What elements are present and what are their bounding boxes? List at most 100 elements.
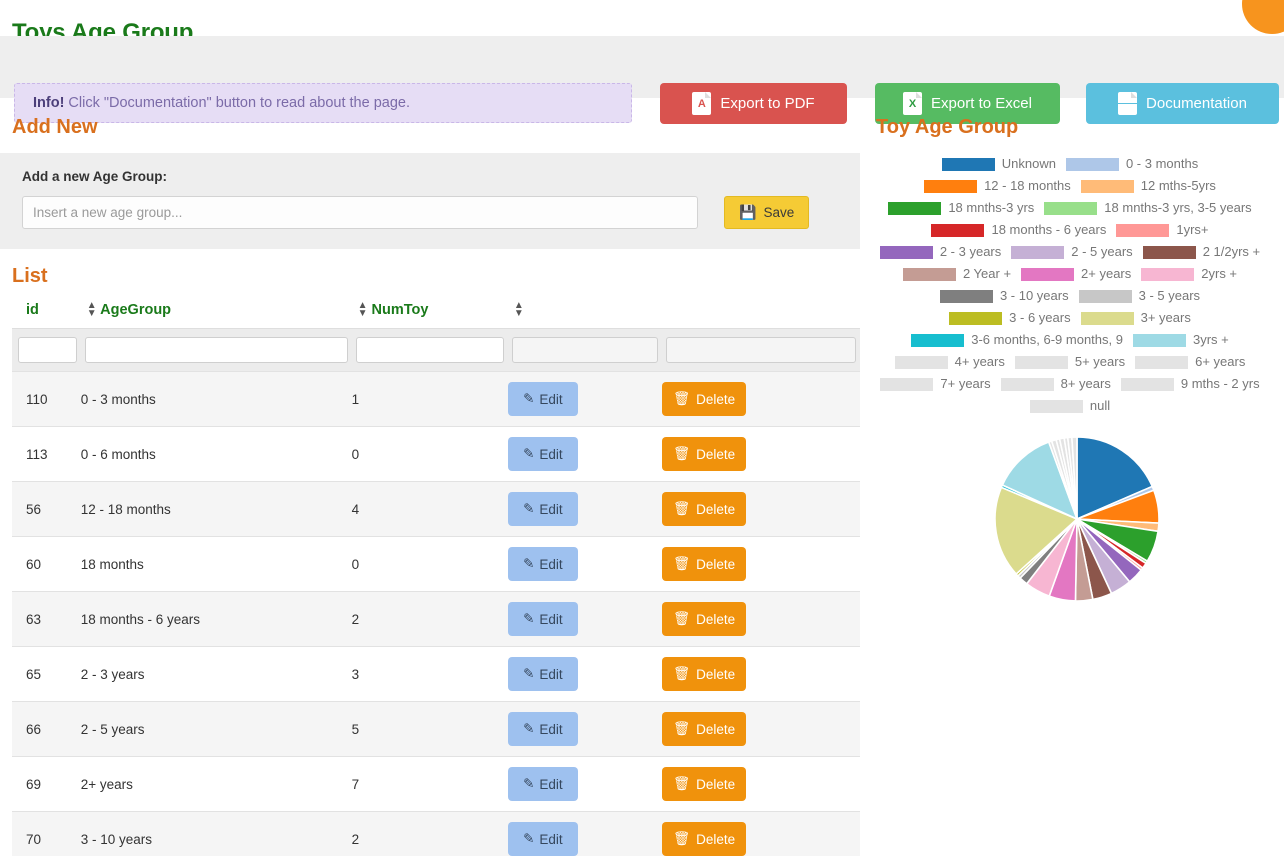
edit-button[interactable]: ✎ Edit — [507, 382, 578, 417]
table-row: 65 2 - 3 years 3 ✎ Edit 🗑 Delete — [12, 646, 860, 702]
legend-label: 18 months - 6 years — [991, 222, 1107, 237]
cell-agegroup: 2 - 5 years — [80, 701, 352, 757]
filter-cell-id — [12, 328, 81, 372]
legend-item[interactable]: 12 - 18 months — [924, 179, 1071, 193]
legend-swatch — [1116, 223, 1170, 237]
legend-item[interactable]: 7+ years — [880, 377, 991, 391]
edit-button[interactable]: ✎ Edit — [507, 492, 578, 527]
delete-button[interactable]: 🗑 Delete — [662, 437, 747, 472]
legend-swatch — [1080, 179, 1134, 193]
legend-item[interactable]: 5+ years — [1014, 355, 1125, 369]
legend-swatch — [879, 245, 933, 259]
edit-button-label: Edit — [539, 611, 563, 627]
legend-label: 12 mths-5yrs — [1140, 178, 1216, 193]
edit-button[interactable]: ✎ Edit — [507, 437, 578, 472]
legend-label: 9 mths - 2 yrs — [1180, 376, 1260, 391]
legend-swatch — [1011, 245, 1065, 259]
legend-item[interactable]: 18 mnths-3 yrs, 3-5 years — [1044, 200, 1252, 215]
legend-label: 6+ years — [1195, 354, 1246, 369]
filter-input-id[interactable] — [18, 337, 77, 364]
legend-item[interactable]: 4+ years — [894, 355, 1005, 369]
legend-item[interactable]: 6+ years — [1135, 355, 1245, 369]
legend-swatch — [941, 157, 995, 171]
edit-button[interactable]: ✎ Edit — [507, 767, 578, 802]
delete-button[interactable]: 🗑 Delete — [662, 547, 747, 582]
sort-icon-agegroup[interactable]: ▲ ▼ — [358, 301, 368, 319]
delete-button[interactable]: 🗑 Delete — [662, 767, 747, 802]
legend-item[interactable]: 3 - 6 years — [949, 311, 1071, 325]
edit-button-label: Edit — [539, 666, 563, 682]
legend-swatch — [1021, 267, 1075, 281]
delete-button[interactable]: 🗑 Delete — [662, 602, 747, 637]
cell-edit: ✎ Edit — [507, 756, 663, 812]
legend-item[interactable]: 2+ years — [1021, 267, 1131, 281]
delete-button[interactable]: 🗑 Delete — [662, 822, 747, 856]
legend-label: 1yrs+ — [1176, 222, 1209, 237]
legend-item[interactable]: 3+ years — [1080, 311, 1191, 325]
edit-button[interactable]: ✎ Edit — [507, 822, 578, 856]
edit-button[interactable]: ✎ Edit — [507, 657, 578, 692]
legend-item[interactable]: 18 months - 6 years — [931, 223, 1106, 237]
delete-button-label: Delete — [696, 831, 736, 847]
cell-edit: ✎ Edit — [507, 536, 663, 592]
legend-item[interactable]: 2 1/2yrs + — [1142, 244, 1261, 259]
trash-icon: 🗑 — [672, 611, 691, 627]
edit-button[interactable]: ✎ Edit — [507, 547, 578, 582]
legend-swatch — [924, 179, 978, 193]
edit-button-label: Edit — [539, 391, 563, 407]
legend-item[interactable]: 2 Year + — [902, 267, 1011, 281]
page-root: Toys Age Group Info! Click "Documentatio… — [0, 0, 1284, 856]
delete-button[interactable]: 🗑 Delete — [662, 492, 747, 527]
column-header-numtoy-label: NumToy — [371, 302, 429, 318]
column-header-id[interactable]: id — [12, 298, 81, 329]
legend-item[interactable]: Unknown — [941, 157, 1056, 171]
legend-item[interactable]: 18 mnths-3 yrs — [888, 201, 1034, 215]
column-header-numtoy[interactable]: ▲ ▼ NumToy — [352, 298, 508, 329]
cell-id: 110 — [12, 371, 81, 427]
sort-icon-id[interactable]: ▲ ▼ — [87, 301, 97, 319]
legend-item[interactable]: 1yrs+ — [1116, 222, 1209, 237]
legend-label: 3 - 10 years — [999, 288, 1069, 303]
save-button[interactable]: 💾 Save — [724, 196, 810, 229]
legend-swatch — [1120, 377, 1174, 391]
edit-button[interactable]: ✎ Edit — [507, 602, 578, 637]
new-age-group-input[interactable] — [22, 196, 698, 229]
legend-item[interactable]: 0 - 3 months — [1065, 157, 1198, 171]
filter-input-agegroup[interactable] — [84, 337, 348, 364]
cell-numtoy: 2 — [351, 811, 508, 856]
legend-item[interactable]: 2 - 5 years — [1011, 245, 1133, 259]
column-header-edit[interactable]: ▲ ▼ — [508, 298, 662, 329]
delete-button-label: Delete — [696, 776, 736, 792]
table-body: 110 0 - 3 months 1 ✎ Edit 🗑 Delete 113 0 - 6 mon… — [12, 328, 860, 856]
table-row: 110 0 - 3 months 1 ✎ Edit 🗑 Delete — [12, 371, 860, 427]
legend-item[interactable]: 8+ years — [1000, 377, 1111, 391]
filter-input-numtoy[interactable] — [355, 337, 504, 364]
delete-button[interactable]: 🗑 Delete — [662, 712, 747, 747]
legend-item[interactable]: 2 - 3 years — [879, 245, 1001, 259]
legend-label: 18 mnths-3 yrs — [948, 200, 1035, 215]
legend-item[interactable]: 12 mths-5yrs — [1080, 178, 1216, 193]
legend-item[interactable]: 3-6 months, 6-9 months, 9 — [911, 333, 1123, 347]
cell-delete: 🗑 Delete — [662, 481, 860, 537]
legend-label: 18 mnths-3 yrs, 3-5 years — [1104, 200, 1252, 215]
legend-item[interactable]: 2yrs + — [1141, 267, 1237, 281]
legend-item[interactable]: 9 mths - 2 yrs — [1120, 376, 1260, 391]
pencil-square-icon: ✎ — [523, 721, 535, 737]
cell-id: 56 — [12, 481, 81, 537]
legend-item[interactable]: 3yrs + — [1132, 333, 1229, 347]
column-header-agegroup[interactable]: ▲ ▼ AgeGroup — [81, 298, 352, 329]
sort-icon-numtoy[interactable]: ▲ ▼ — [514, 301, 524, 319]
toolbar-strip: Info! Click "Documentation" button to re… — [0, 36, 1284, 124]
column-header-agegroup-label: AgeGroup — [100, 302, 172, 318]
edit-button[interactable]: ✎ Edit — [507, 712, 578, 747]
filter-input-delete — [666, 337, 856, 364]
delete-button[interactable]: 🗑 Delete — [662, 657, 747, 692]
edit-button-label: Edit — [539, 831, 563, 847]
legend-item[interactable]: null — [1029, 399, 1110, 413]
delete-button[interactable]: 🗑 Delete — [662, 382, 747, 417]
legend-swatch — [949, 311, 1003, 325]
legend-item[interactable]: 3 - 10 years — [939, 288, 1069, 303]
legend-item[interactable]: 3 - 5 years — [1078, 289, 1200, 303]
legend-label: 2 1/2yrs + — [1202, 244, 1261, 259]
table-row: 56 12 - 18 months 4 ✎ Edit 🗑 Delete — [12, 481, 860, 537]
